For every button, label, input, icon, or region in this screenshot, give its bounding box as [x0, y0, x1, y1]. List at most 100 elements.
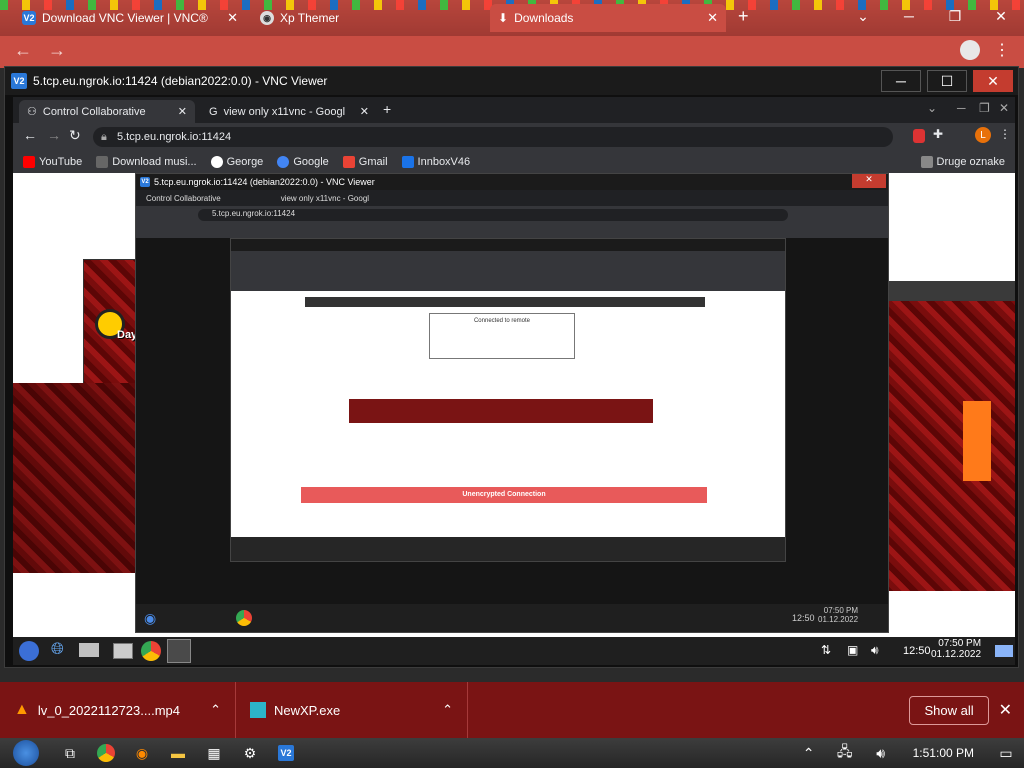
network-icon[interactable]: 🖧︎: [827, 738, 863, 768]
level3-chrome: [231, 251, 785, 291]
restore-button[interactable]: ❐: [979, 101, 990, 115]
remote-tab-collab[interactable]: ⚇ Control Collaborative ✕: [19, 100, 195, 123]
unencrypted-banner: Unencrypted Connection: [301, 487, 707, 503]
chrome-icon[interactable]: [88, 738, 124, 768]
nested-tabs: Control Collaborative view only x11vnc -…: [136, 190, 888, 206]
forward-icon[interactable]: →: [48, 40, 66, 61]
show-desktop-icon[interactable]: [995, 645, 1013, 657]
reload-icon[interactable]: ↻: [69, 127, 81, 144]
tab-xp-themer[interactable]: ◉ Xp Themer: [252, 4, 484, 32]
vnc-minimize-button[interactable]: ─: [881, 70, 921, 92]
close-icon[interactable]: ✕: [227, 10, 238, 26]
puzzle-icon[interactable]: ✚: [933, 127, 943, 141]
dialog-heading: Connected to remote: [473, 318, 531, 324]
george-icon: [210, 156, 223, 168]
tab-label: view only x11vnc - Googl: [223, 105, 346, 118]
back-icon[interactable]: ←: [23, 127, 37, 143]
close-icon[interactable]: ✕: [999, 700, 1012, 720]
vnc-icon: V2: [22, 11, 36, 25]
download-icon: ⬇: [498, 11, 509, 25]
chevron-up-icon[interactable]: ⌃: [442, 702, 453, 718]
vnc-maximize-button[interactable]: ☐: [927, 70, 967, 92]
tab-vnc-download[interactable]: V2 Download VNC Viewer | VNC® ✕: [14, 4, 246, 32]
vnc-close-button[interactable]: ✕: [973, 70, 1013, 92]
close-button[interactable]: ✕: [978, 0, 1024, 32]
volume-icon[interactable]: 🔊︎: [863, 738, 899, 768]
bookmark-innbox[interactable]: InnboxV46: [401, 156, 471, 168]
system-clock[interactable]: 1:51:00 PM: [899, 746, 988, 760]
file-explorer-icon[interactable]: ▬: [160, 738, 196, 768]
new-tab-button[interactable]: +: [738, 6, 749, 27]
show-all-button[interactable]: Show all: [909, 695, 989, 725]
menu-icon[interactable]: ⋮: [994, 40, 1010, 60]
download-item[interactable]: NewXP.exe ⌃: [236, 682, 468, 738]
close-icon[interactable]: ✕: [707, 10, 718, 26]
nested-bookmarks: [136, 224, 888, 238]
forward-icon[interactable]: →: [47, 127, 61, 143]
chevron-down-icon[interactable]: ⌄: [840, 0, 886, 32]
vnc-logo-icon: V2: [140, 177, 150, 187]
start-icon[interactable]: ◉: [144, 610, 156, 627]
chrome-icon[interactable]: [236, 610, 252, 626]
chevron-up-icon[interactable]: ⌃: [210, 702, 221, 718]
exe-icon: [250, 702, 266, 718]
profile-avatar[interactable]: L: [975, 127, 991, 143]
gmail-icon: [342, 156, 355, 168]
bookmark-download-music[interactable]: Download musi...: [96, 156, 197, 168]
remote-taskbar: 🌐︎ ⇅ ▣ 🔊︎ 12:50 07:50 PM 01.12.2022: [13, 637, 1015, 665]
windows-start-icon[interactable]: [0, 738, 52, 768]
disk-icon[interactable]: [113, 643, 133, 659]
nested-taskbar: ◉ 12:50 07:50 PM 01.12.2022: [136, 604, 888, 632]
bookmark-gmail[interactable]: Gmail: [342, 156, 388, 168]
clock-date: 01.12.2022: [818, 615, 859, 624]
globe-icon[interactable]: 🌐︎: [51, 641, 64, 659]
bookmark-google[interactable]: Google: [277, 156, 329, 168]
tab-label: Downloads: [514, 11, 574, 25]
close-icon[interactable]: ✕: [178, 105, 187, 118]
nested-tab[interactable]: view only x11vnc - Googl: [281, 194, 369, 203]
remote-tab-x11vnc[interactable]: G view only x11vnc - Googl ✕: [201, 100, 377, 123]
profile-avatar[interactable]: [960, 40, 980, 60]
network-icon[interactable]: ⇅: [821, 643, 831, 657]
remote-browser: ⚇ Control Collaborative ✕ G view only x1…: [13, 97, 1015, 665]
nested-tab[interactable]: Control Collaborative: [146, 194, 221, 203]
menu-icon[interactable]: ⋮: [999, 127, 1011, 141]
close-icon[interactable]: ✕: [360, 105, 369, 118]
download-item[interactable]: ▲ lv_0_2022112723....mp4 ⌃: [0, 682, 236, 738]
vnc-taskbar-icon[interactable]: V2: [268, 738, 304, 768]
chevron-down-icon[interactable]: ⌄: [927, 101, 937, 115]
folder-icon[interactable]: [79, 643, 99, 657]
tab-downloads[interactable]: ⬇ Downloads ✕: [490, 4, 726, 32]
clock-date: 01.12.2022: [931, 649, 982, 660]
restore-button[interactable]: ❐: [932, 0, 978, 32]
bookmark-label: George: [226, 156, 264, 168]
vnc-taskbar-icon[interactable]: [167, 639, 191, 663]
folder-icon: [920, 156, 933, 168]
firefox-icon[interactable]: ◉: [124, 738, 160, 768]
tab-label: Download VNC Viewer | VNC®: [42, 11, 208, 25]
minimize-button[interactable]: ─: [886, 0, 932, 32]
nested-address-bar[interactable]: 5.tcp.eu.ngrok.io:11424: [198, 209, 788, 221]
minimize-button[interactable]: ─: [957, 101, 966, 115]
notification-icon[interactable]: ▭: [988, 738, 1024, 768]
volume-icon[interactable]: 🔊︎: [871, 643, 879, 658]
downloads-bar: ▲ lv_0_2022112723....mp4 ⌃ NewXP.exe ⌃ S…: [0, 682, 1024, 738]
network-app-icon[interactable]: ⚙: [232, 738, 268, 768]
control-panel-icon[interactable]: ▦: [196, 738, 232, 768]
remote-address-bar[interactable]: 🔒︎ 5.tcp.eu.ngrok.io:11424: [93, 127, 893, 147]
task-view-icon[interactable]: ⧉: [52, 738, 88, 768]
nested-close-button[interactable]: ✕: [852, 174, 886, 188]
bookmark-george[interactable]: George: [210, 156, 264, 168]
other-bookmarks[interactable]: Druge oznake: [920, 156, 1005, 168]
extension-icon[interactable]: [913, 129, 925, 143]
bookmark-label: InnboxV46: [417, 156, 471, 168]
start-icon[interactable]: [19, 641, 39, 661]
new-tab-button[interactable]: +: [383, 101, 391, 117]
close-button[interactable]: ✕: [999, 101, 1009, 115]
bookmark-youtube[interactable]: YouTube: [23, 156, 82, 168]
remote-clock[interactable]: 07:50 PM 01.12.2022: [931, 638, 981, 660]
chrome-icon[interactable]: [141, 641, 161, 661]
chevron-up-icon[interactable]: ⌃: [791, 738, 827, 768]
back-icon[interactable]: ←: [14, 40, 32, 61]
monitor-icon[interactable]: ▣: [847, 643, 858, 657]
